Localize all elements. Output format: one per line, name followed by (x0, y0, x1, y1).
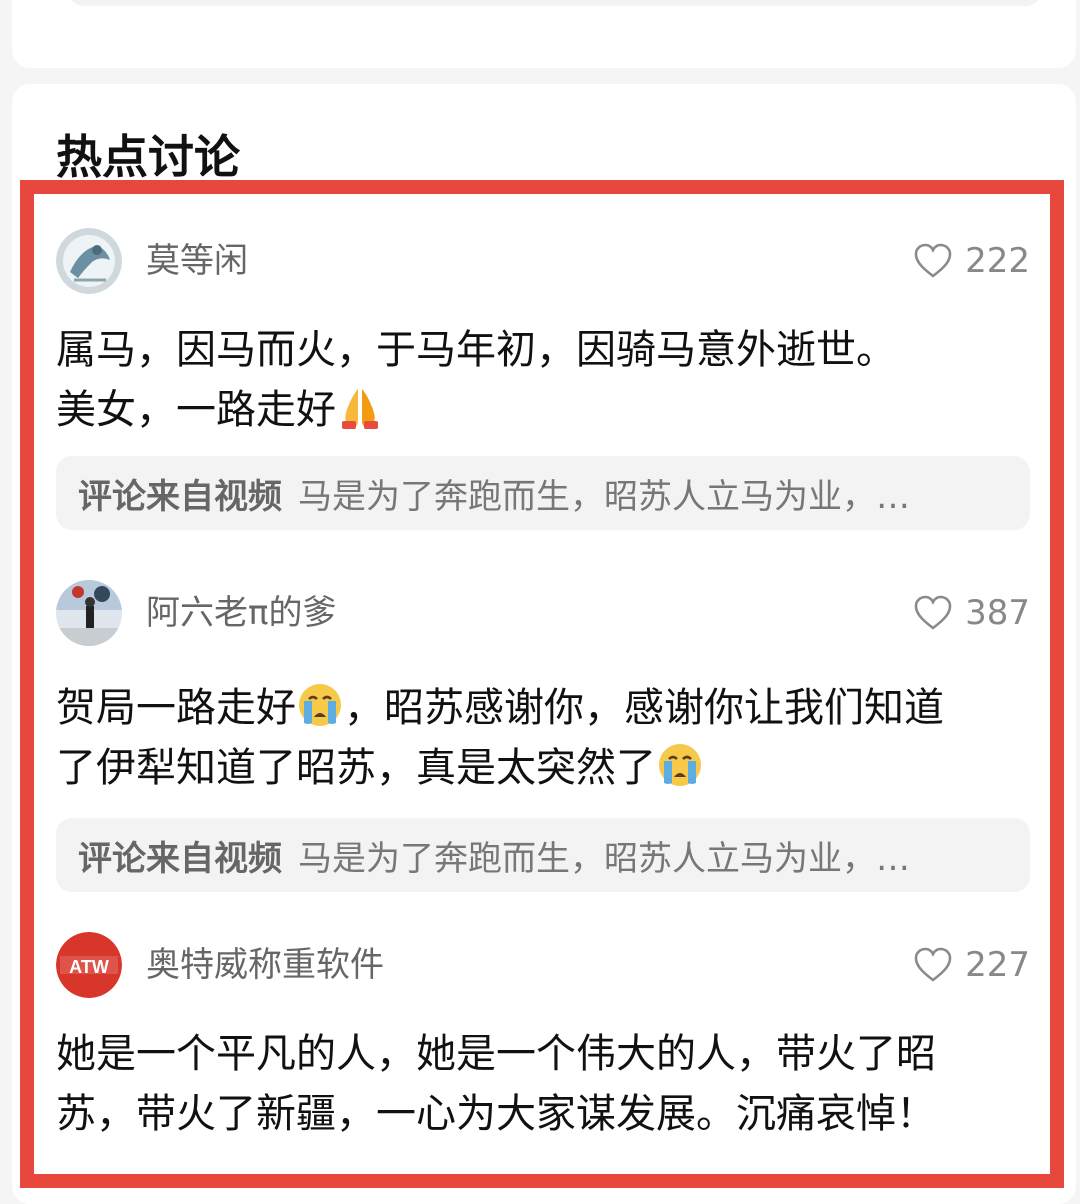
comment-line: 属马，因马而火，于马年初，因骑马意外逝世。 (56, 327, 896, 373)
video-source-link[interactable]: 评论来自视频 马是为了奔跑而生，昭苏人立马为业，… (56, 818, 1030, 892)
comment-item: ATW 奥特威称重软件 227 她是一个平凡的人，她是一个伟大的人，带火了昭 苏… (56, 932, 1030, 1144)
comment-text: 属马，因马而火，于马年初，因骑马意外逝世。 美女，一路走好 (56, 320, 1030, 440)
previous-card (12, 0, 1076, 68)
comment-item: 阿六老π的爹 387 贺局一路走好 ，昭苏感谢你，感谢你让我们知道 了伊犁知道了… (56, 580, 1030, 892)
praying-hands-emoji-icon (336, 383, 384, 431)
source-label: 评论来自视频 (78, 476, 282, 517)
comment-fragment: 贺局一路走好 (56, 685, 296, 731)
like-button[interactable]: 227 (913, 942, 1030, 988)
username[interactable]: 阿六老π的爹 (146, 593, 336, 633)
like-count: 387 (965, 593, 1030, 633)
like-count: 227 (965, 945, 1030, 985)
source-text: 马是为了奔跑而生，昭苏人立马为业，… (298, 838, 910, 879)
source-text: 马是为了奔跑而生，昭苏人立马为业，… (298, 476, 910, 517)
comment-text: 贺局一路走好 ，昭苏感谢你，感谢你让我们知道 了伊犁知道了昭苏，真是太突然了 (56, 678, 1030, 798)
username[interactable]: 莫等闲 (146, 241, 248, 281)
crying-face-emoji-icon (296, 681, 344, 729)
source-label: 评论来自视频 (78, 838, 282, 879)
avatar[interactable] (56, 228, 122, 294)
comment-line: 苏，带火了新疆，一心为大家谋发展。沉痛哀悼！ (56, 1091, 936, 1137)
like-count: 222 (965, 241, 1030, 281)
comment-header: ATW 奥特威称重软件 227 (56, 932, 1030, 998)
svg-text:ATW: ATW (69, 957, 109, 977)
comment-line: 美女，一路走好 (56, 387, 336, 433)
previous-card-source-box (68, 0, 1042, 6)
comment-header: 阿六老π的爹 387 (56, 580, 1030, 646)
comment-header: 莫等闲 222 (56, 228, 1030, 294)
comment-fragment: 了伊犁知道了昭苏，真是太突然了 (56, 745, 656, 791)
avatar[interactable] (56, 580, 122, 646)
username[interactable]: 奥特威称重软件 (146, 945, 384, 985)
like-button[interactable]: 387 (913, 590, 1030, 636)
heart-icon (913, 945, 953, 985)
video-source-link[interactable]: 评论来自视频 马是为了奔跑而生，昭苏人立马为业，… (56, 456, 1030, 530)
crying-face-emoji-icon (656, 741, 704, 789)
comment-item: 莫等闲 222 属马，因马而火，于马年初，因骑马意外逝世。 美女，一路走好 评论… (56, 228, 1030, 530)
heart-icon (913, 593, 953, 633)
section-title: 热点讨论 (56, 130, 240, 184)
like-button[interactable]: 222 (913, 238, 1030, 284)
comment-text: 她是一个平凡的人，她是一个伟大的人，带火了昭 苏，带火了新疆，一心为大家谋发展。… (56, 1024, 1030, 1144)
comment-fragment: ，昭苏感谢你，感谢你让我们知道 (344, 685, 944, 731)
comment-line: 她是一个平凡的人，她是一个伟大的人，带火了昭 (56, 1031, 936, 1077)
avatar[interactable]: ATW (56, 932, 122, 998)
heart-icon (913, 241, 953, 281)
